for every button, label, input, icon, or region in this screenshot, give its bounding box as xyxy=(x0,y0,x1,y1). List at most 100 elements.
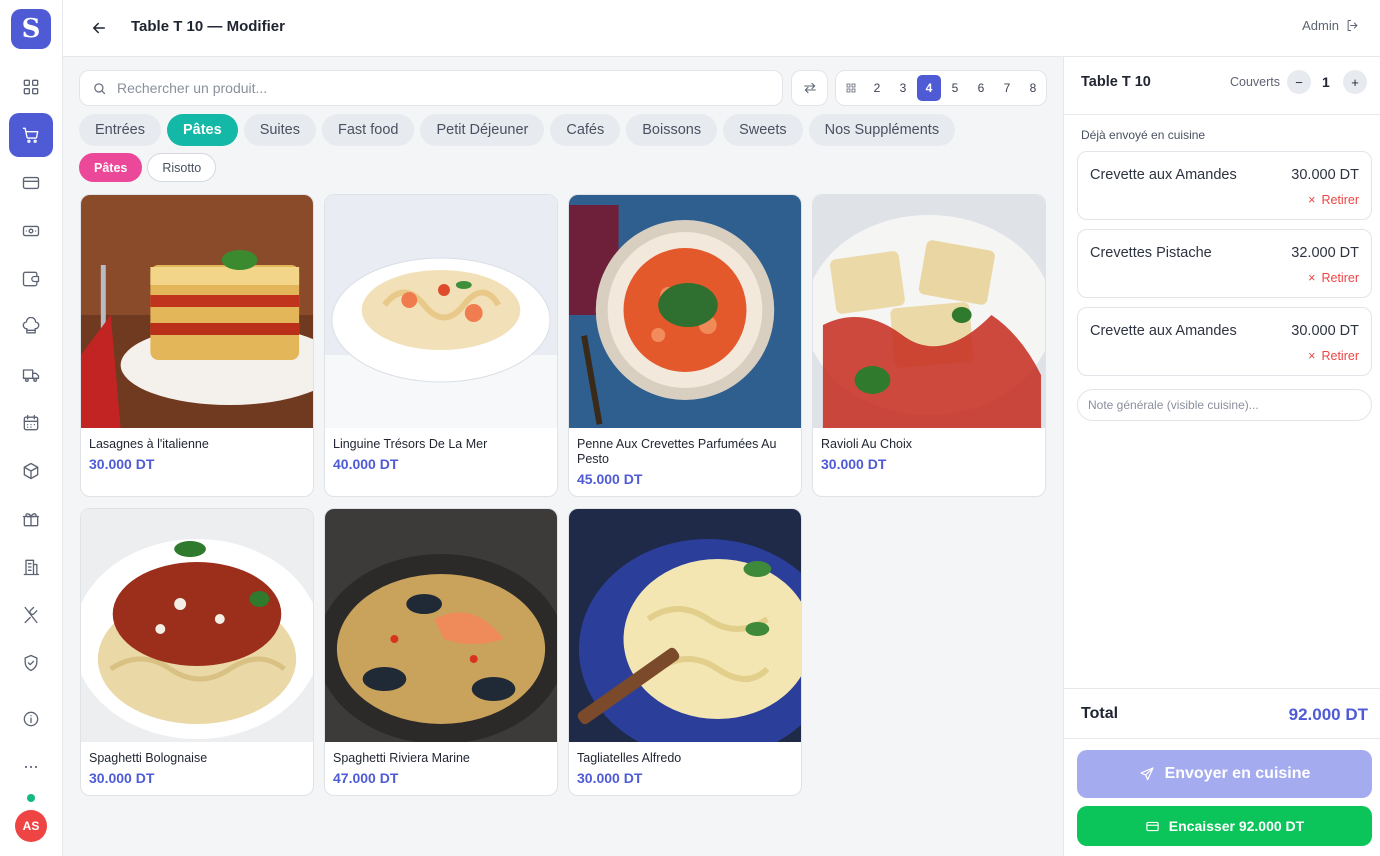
nav-gifts[interactable] xyxy=(9,497,53,541)
product-card[interactable]: Spaghetti Bolognaise 30.000 DT xyxy=(80,508,314,796)
pager-grid-button[interactable] xyxy=(839,75,863,101)
product-card[interactable]: Linguine Trésors De La Mer 40.000 DT xyxy=(324,194,558,497)
send-to-kitchen-button[interactable]: Envoyer en cuisine xyxy=(1077,750,1372,798)
covers-value: 1 xyxy=(1322,74,1330,90)
search-input[interactable] xyxy=(117,80,757,96)
credit-card-icon xyxy=(22,176,40,190)
info-icon xyxy=(23,711,39,727)
nav-payments[interactable] xyxy=(9,161,53,205)
back-button[interactable] xyxy=(87,16,111,40)
product-image xyxy=(813,195,1045,428)
product-name: Linguine Trésors De La Mer xyxy=(333,437,488,451)
cart-icon xyxy=(22,127,39,143)
remove-item-button[interactable]: × Retirer xyxy=(1308,349,1359,363)
nav-kitchen[interactable] xyxy=(9,305,53,349)
category-tab[interactable]: Suites xyxy=(243,114,316,146)
category-tab[interactable]: Fast food xyxy=(322,114,415,146)
gift-icon xyxy=(22,513,40,527)
product-image xyxy=(569,509,801,742)
user-avatar[interactable]: AS xyxy=(15,810,47,842)
product-name: Spaghetti Riviera Marine xyxy=(333,751,470,765)
nav-info[interactable] xyxy=(9,697,53,741)
nav-pos[interactable] xyxy=(9,113,53,157)
logout-icon xyxy=(1347,20,1358,31)
send-icon xyxy=(1139,767,1154,781)
checkout-button[interactable]: Encaisser 92.000 DT xyxy=(1077,806,1372,846)
building-icon xyxy=(23,559,40,576)
nav-more[interactable] xyxy=(9,745,53,789)
product-card[interactable]: Lasagnes à l'italienne 30.000 DT xyxy=(80,194,314,497)
grid-icon xyxy=(846,83,856,93)
nav-menu[interactable] xyxy=(9,593,53,637)
page-button[interactable]: 2 xyxy=(865,75,889,101)
product-card[interactable]: Penne Aux Crevettes Parfumées Au Pesto 4… xyxy=(568,194,802,497)
page-button[interactable]: 5 xyxy=(943,75,967,101)
product-search xyxy=(79,70,783,106)
nav-security[interactable] xyxy=(9,641,53,685)
category-tab[interactable]: Cafés xyxy=(550,114,621,146)
nav-delivery[interactable] xyxy=(9,353,53,397)
category-tab[interactable]: Petit Déjeuner xyxy=(420,114,545,146)
product-price: 47.000 DT xyxy=(333,770,399,786)
page-button[interactable]: 7 xyxy=(995,75,1019,101)
logout-button[interactable]: Admin xyxy=(1302,18,1360,33)
product-card[interactable]: Tagliatelles Alfredo 30.000 DT xyxy=(568,508,802,796)
category-tab[interactable]: Boissons xyxy=(626,114,718,146)
remove-item-button[interactable]: × Retirer xyxy=(1308,271,1359,285)
general-note-input[interactable] xyxy=(1077,389,1372,421)
product-name: Ravioli Au Choix xyxy=(821,437,913,451)
swap-arrows-icon xyxy=(803,82,816,94)
nav-dashboard[interactable] xyxy=(9,65,53,109)
product-image xyxy=(81,195,313,428)
product-name: Penne Aux Crevettes Parfumées Au Pesto xyxy=(577,437,777,466)
nav-buildings[interactable] xyxy=(9,545,53,589)
category-tab[interactable]: Sweets xyxy=(723,114,803,146)
order-item-price: 30.000 DT xyxy=(1291,167,1359,183)
nav-wallet[interactable] xyxy=(9,257,53,301)
order-item-price: 30.000 DT xyxy=(1291,323,1359,339)
subcategory-chip[interactable]: Risotto xyxy=(147,153,217,182)
order-panel: Table T 10 Couverts − 1 + Déjà envoyé en… xyxy=(1063,57,1380,856)
category-tab[interactable]: Nos Suppléments xyxy=(808,114,956,146)
nav-calendar[interactable] xyxy=(9,401,53,445)
order-item: Crevette aux Amandes 30.000 DT × Retirer xyxy=(1077,307,1372,376)
chef-hat-icon xyxy=(22,317,40,334)
order-item-name: Crevette aux Amandes xyxy=(1090,167,1237,183)
page-selector: 2 3 4 5 6 7 8 xyxy=(835,70,1047,106)
covers-decrement-button[interactable]: − xyxy=(1287,70,1311,94)
order-item: Crevettes Pistache 32.000 DT × Retirer xyxy=(1077,229,1372,298)
subcategory-chip-active[interactable]: Pâtes xyxy=(79,153,143,182)
page-button-active[interactable]: 4 xyxy=(917,75,941,101)
total-value: 92.000 DT xyxy=(1288,705,1368,724)
swap-table-button[interactable] xyxy=(791,70,828,106)
category-tabs: Entrées Pâtes Suites Fast food Petit Déj… xyxy=(79,114,956,146)
product-grid: Lasagnes à l'italienne 30.000 DT Linguin… xyxy=(80,194,1047,796)
page-title: Table T 10 — Modifier xyxy=(131,18,285,35)
order-item-price: 32.000 DT xyxy=(1291,245,1359,261)
remove-label: Retirer xyxy=(1321,271,1359,285)
covers-label: Couverts xyxy=(1230,75,1281,89)
dashboard-grid-icon xyxy=(23,79,39,95)
close-icon: × xyxy=(1308,193,1316,207)
arrow-left-icon xyxy=(93,22,105,34)
app-logo[interactable]: S xyxy=(11,9,51,49)
page-button[interactable]: 8 xyxy=(1021,75,1045,101)
product-price: 40.000 DT xyxy=(333,456,399,472)
online-status-dot xyxy=(27,794,35,802)
product-card[interactable]: Spaghetti Riviera Marine 47.000 DT xyxy=(324,508,558,796)
category-tab-active[interactable]: Pâtes xyxy=(166,114,238,146)
remove-label: Retirer xyxy=(1321,349,1359,363)
category-tab[interactable]: Entrées xyxy=(79,114,161,146)
nav-products[interactable] xyxy=(9,449,53,493)
wallet-icon xyxy=(22,271,40,287)
remove-item-button[interactable]: × Retirer xyxy=(1308,193,1359,207)
product-price: 30.000 DT xyxy=(577,770,643,786)
covers-increment-button[interactable]: + xyxy=(1343,70,1367,94)
order-item-name: Crevettes Pistache xyxy=(1090,245,1212,261)
page-button[interactable]: 6 xyxy=(969,75,993,101)
product-card[interactable]: Ravioli Au Choix 30.000 DT xyxy=(812,194,1046,497)
page-button[interactable]: 3 xyxy=(891,75,915,101)
shield-check-icon xyxy=(24,654,38,672)
user-name: Admin xyxy=(1302,18,1339,33)
nav-cash[interactable] xyxy=(9,209,53,253)
